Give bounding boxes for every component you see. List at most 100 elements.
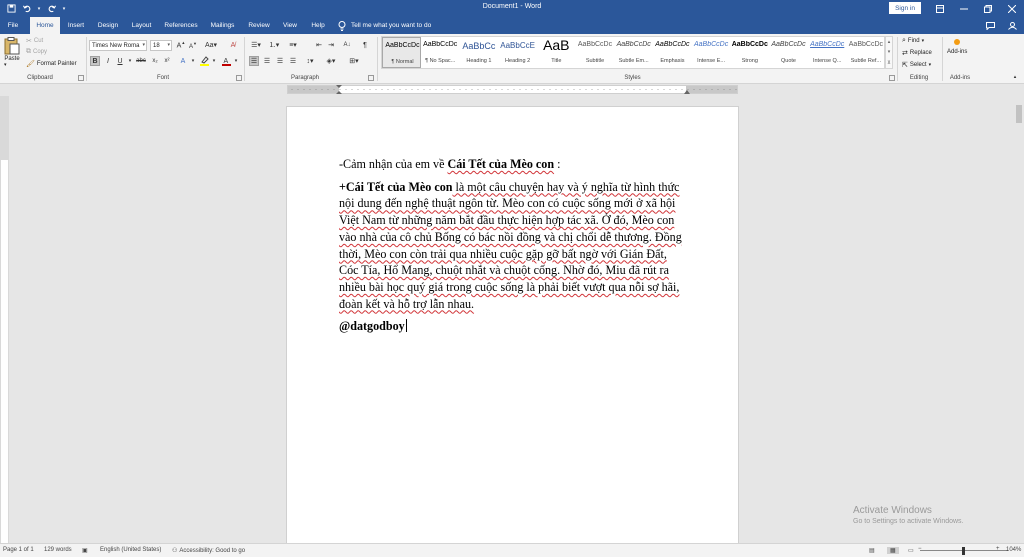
clear-formatting-button[interactable]: A̸: [228, 40, 238, 50]
share-button[interactable]: [1000, 17, 1024, 34]
word-count[interactable]: 129 words: [44, 547, 72, 553]
document-signature-line[interactable]: @datgodboy: [339, 318, 684, 335]
print-layout-button[interactable]: ▦: [887, 547, 899, 554]
superscript-button[interactable]: x²: [162, 56, 172, 66]
chevron-down-icon[interactable]: ▾: [888, 49, 891, 55]
tab-review[interactable]: Review: [245, 17, 273, 34]
align-left-button[interactable]: ☰: [249, 56, 259, 66]
proofing-status[interactable]: ▣: [82, 547, 88, 554]
paste-dropdown[interactable]: ▾: [4, 62, 7, 68]
minimize-button[interactable]: [952, 0, 976, 17]
numbering-button[interactable]: ⒈▾: [267, 40, 281, 50]
format-painter-button[interactable]: 🖌 Format Painter: [26, 60, 77, 68]
paste-button[interactable]: Paste: [4, 37, 20, 62]
style-item[interactable]: AaBbCcDc Intense Q...: [808, 37, 847, 68]
change-case-button[interactable]: Aa▾: [204, 40, 218, 50]
style-item[interactable]: AaBbCcE Heading 2: [498, 37, 537, 68]
font-color-dropdown[interactable]: ▾: [231, 56, 241, 66]
ribbon-display-options-button[interactable]: [928, 0, 952, 17]
text-effects-dropdown[interactable]: ▾: [188, 56, 198, 66]
horizontal-ruler[interactable]: [287, 85, 738, 94]
line-spacing-button[interactable]: ↕▾: [303, 56, 317, 66]
chevron-up-icon[interactable]: ▴: [888, 39, 891, 45]
sign-in-button[interactable]: Sign in: [889, 2, 921, 14]
select-button[interactable]: ⇱ Select ▾: [902, 61, 931, 69]
style-item[interactable]: AaBbCcDc Emphasis: [653, 37, 692, 68]
style-item[interactable]: AaBbCcDc Intense E...: [692, 37, 731, 68]
styles-gallery-scroll[interactable]: ▴ ▾ ⊻: [885, 36, 893, 69]
strikethrough-button[interactable]: abc: [136, 56, 146, 66]
highlight-button[interactable]: [199, 56, 209, 66]
italic-button[interactable]: I: [103, 56, 113, 66]
font-family-select[interactable]: Times New Roma ▾: [89, 40, 147, 51]
style-item[interactable]: AaB Title: [537, 37, 576, 68]
style-item[interactable]: AaBbCcDc ¶ Normal: [382, 37, 421, 68]
clipboard-dialog-launcher[interactable]: [78, 75, 84, 81]
read-mode-button[interactable]: ▤: [869, 547, 875, 554]
more-icon[interactable]: ⊻: [887, 60, 891, 66]
font-size-select[interactable]: 18 ▾: [150, 40, 172, 51]
style-item[interactable]: AaBbCcDc ¶ No Spac...: [421, 37, 460, 68]
increase-indent-button[interactable]: ⇥: [326, 40, 336, 50]
align-right-button[interactable]: ☰: [275, 56, 285, 66]
scrollbar-thumb[interactable]: [1016, 105, 1022, 123]
copy-button[interactable]: ⧉ Copy: [26, 48, 47, 56]
font-dialog-launcher[interactable]: [236, 75, 242, 81]
accessibility-status[interactable]: ⚇ Accessibility: Good to go: [172, 547, 245, 555]
cut-button[interactable]: ✂ Cut: [26, 37, 43, 45]
zoom-in-button[interactable]: +: [996, 546, 1000, 552]
zoom-slider-knob[interactable]: [962, 547, 965, 555]
borders-button[interactable]: ⊞▾: [347, 56, 361, 66]
close-button[interactable]: [1000, 0, 1024, 17]
sort-button[interactable]: A↓: [342, 40, 352, 50]
decrease-indent-button[interactable]: ⇤: [314, 40, 324, 50]
tab-mailings[interactable]: Mailings: [206, 17, 239, 34]
multilevel-list-button[interactable]: ≡▾: [286, 40, 300, 50]
right-indent-marker-icon[interactable]: [684, 90, 690, 94]
tab-design[interactable]: Design: [94, 17, 122, 34]
style-item[interactable]: AaBbCcDc Strong: [730, 37, 769, 68]
justify-button[interactable]: ☰: [288, 56, 298, 66]
grow-font-button[interactable]: A▲: [176, 40, 186, 50]
bold-button[interactable]: B: [90, 56, 100, 66]
web-layout-button[interactable]: ▭: [908, 547, 914, 554]
restore-button[interactable]: [976, 0, 1000, 17]
zoom-out-button[interactable]: −: [918, 546, 922, 552]
page-count[interactable]: Page 1 of 1: [3, 547, 34, 553]
tab-view[interactable]: View: [279, 17, 301, 34]
style-item[interactable]: AaBbCcDc Subtle Ref...: [846, 37, 885, 68]
style-item[interactable]: AaBbCcDc Subtitle: [576, 37, 615, 68]
shrink-font-button[interactable]: A▼: [188, 40, 198, 50]
replace-button[interactable]: ⇄ Replace: [902, 49, 932, 57]
collapse-ribbon-button[interactable]: ▴: [1010, 72, 1020, 82]
style-item[interactable]: AaBbCcDc Subtle Em...: [614, 37, 653, 68]
shading-button[interactable]: ◈▾: [324, 56, 338, 66]
tab-help[interactable]: Help: [307, 17, 329, 34]
addins-button[interactable]: Add-ins: [947, 39, 967, 55]
align-center-button[interactable]: ☰: [262, 56, 272, 66]
document-body[interactable]: -Cảm nhận của em về Cái Tết của Mèo con …: [339, 156, 684, 341]
show-formatting-button[interactable]: ¶: [360, 40, 370, 50]
tab-references[interactable]: References: [162, 17, 200, 34]
styles-dialog-launcher[interactable]: [889, 75, 895, 81]
comments-button[interactable]: [978, 17, 1002, 34]
tell-me-search[interactable]: Tell me what you want to do: [338, 17, 431, 34]
vertical-scrollbar[interactable]: [1013, 95, 1024, 543]
tab-home[interactable]: Home: [30, 17, 60, 34]
document-heading-line[interactable]: -Cảm nhận của em về Cái Tết của Mèo con …: [339, 156, 684, 173]
highlight-dropdown[interactable]: ▾: [209, 56, 219, 66]
underline-dropdown[interactable]: ▾: [125, 56, 135, 66]
text-effects-button[interactable]: A: [178, 56, 188, 66]
subscript-button[interactable]: x₂: [150, 56, 160, 66]
indent-marker-icon[interactable]: [336, 85, 342, 94]
style-item[interactable]: AaBbCc Heading 1: [459, 37, 498, 68]
bullets-button[interactable]: ☰▾: [249, 40, 263, 50]
paragraph-dialog-launcher[interactable]: [368, 75, 374, 81]
style-item[interactable]: AaBbCcDc Quote: [769, 37, 808, 68]
tab-file[interactable]: File: [2, 17, 24, 34]
document-page[interactable]: -Cảm nhận của em về Cái Tết của Mèo con …: [286, 106, 739, 546]
tab-insert[interactable]: Insert: [63, 17, 89, 34]
document-paragraph[interactable]: +Cái Tết của Mèo con là một câu chuyện h…: [339, 179, 684, 313]
font-color-button[interactable]: A: [221, 56, 231, 66]
tab-layout[interactable]: Layout: [127, 17, 156, 34]
